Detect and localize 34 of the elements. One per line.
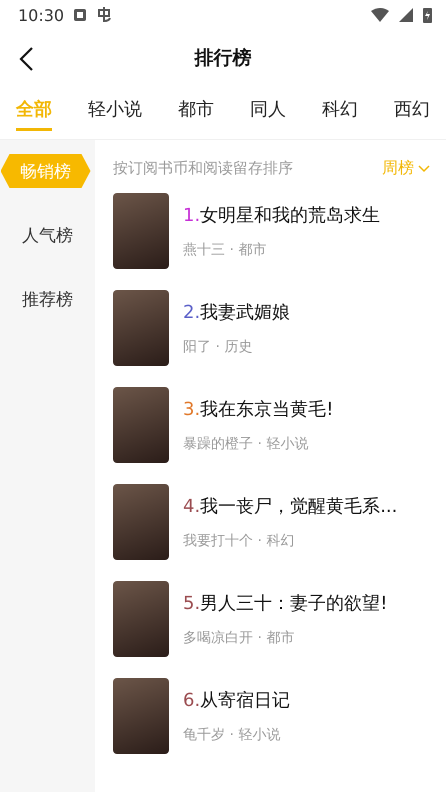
page-title: 排行榜 (194, 46, 252, 70)
battery-icon (423, 7, 432, 23)
notification-icon (74, 9, 86, 21)
book-title[interactable]: 2.我妻武媚娘 (183, 300, 290, 324)
category-tab[interactable]: 都市 (178, 97, 214, 131)
book-cover[interactable] (113, 290, 169, 366)
book-meta: 我要打十个 · 科幻 (183, 532, 296, 550)
book-title[interactable]: 3.我在东京当黄毛! (183, 397, 334, 421)
signal-icon (399, 8, 413, 22)
book-cover[interactable] (113, 581, 169, 657)
book-meta: 多喝凉白开 · 都市 (183, 629, 296, 647)
book-meta: 燕十三 · 都市 (183, 241, 268, 259)
book-meta: 阳了 · 历史 (183, 338, 254, 356)
ranking-tab[interactable]: 推荐榜 (2, 282, 92, 316)
book-title[interactable]: 1.女明星和我的荒岛求生 (183, 203, 380, 227)
book-title[interactable]: 4.我一丧尸，觉醒黄毛系... (183, 494, 398, 518)
ranking-tab[interactable]: 人气榜 (2, 218, 92, 252)
book-meta: 暴躁的橙子 · 轻小说 (183, 435, 310, 453)
category-tab[interactable]: 同人 (250, 97, 286, 131)
book-cover[interactable] (113, 484, 169, 560)
book-cover[interactable] (113, 193, 169, 269)
status-time: 10:30 (18, 6, 64, 24)
book-meta: 龟千岁 · 轻小说 (183, 726, 282, 744)
book-cover[interactable] (113, 678, 169, 754)
book-title[interactable]: 6.从寄宿日记 (183, 688, 290, 712)
chevron-down-icon (418, 164, 430, 172)
sort-hint: 按订阅书币和阅读留存排序 (113, 159, 293, 178)
book-title[interactable]: 5.男人三十：妻子的欲望! (183, 591, 388, 615)
bug-icon (96, 6, 112, 24)
category-tab[interactable]: 科幻 (322, 97, 358, 131)
wifi-icon (371, 8, 389, 22)
category-tab[interactable]: 轻小说 (88, 97, 142, 131)
category-tab[interactable]: 西幻 (394, 97, 430, 131)
book-cover[interactable] (113, 387, 169, 463)
